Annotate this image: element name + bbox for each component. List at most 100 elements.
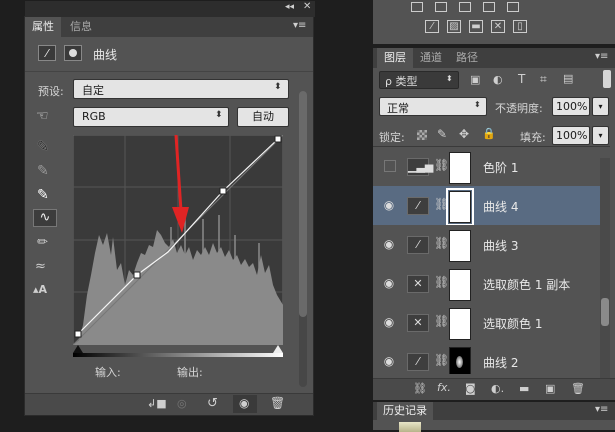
layer-row[interactable]: ◉ ✕ ⛓ 选取颜色 1 副本 (373, 264, 610, 304)
exposure-icon[interactable] (483, 2, 495, 12)
levels-adjustment-icon: ▁▃▅ (407, 158, 433, 176)
blend-mode-select[interactable]: 正常 ⬍ (379, 97, 487, 116)
new-adjustment-layer-icon[interactable]: ◐. (491, 382, 504, 395)
curve-point (74, 330, 82, 338)
gray-point-eyedropper-icon[interactable]: ✎ (37, 163, 49, 179)
filter-adjustment-icon[interactable]: ◐ (493, 73, 503, 86)
targeted-adjust-hand-icon[interactable]: ☜ (36, 108, 49, 124)
preset-select[interactable]: 自定 ⬍ (73, 79, 289, 99)
mask-icon[interactable] (64, 45, 82, 61)
delete-layer-icon[interactable]: 🗑 (571, 382, 585, 395)
white-point-slider[interactable] (273, 345, 283, 353)
lock-position-icon[interactable]: ✥ (459, 127, 469, 141)
link-layers-icon[interactable]: ⛓ (413, 382, 427, 395)
reset-icon[interactable]: ↺ (207, 396, 218, 411)
eye-icon[interactable]: ◉ (381, 276, 397, 290)
black-point-eyedropper-icon[interactable]: ✎ (37, 139, 49, 155)
new-group-icon[interactable]: ▬ (519, 382, 529, 395)
visibility-toggle[interactable]: ◉ (233, 395, 257, 413)
collapse-icon[interactable]: ◂◂ (285, 2, 294, 12)
layer-name: 选取颜色 1 副本 (483, 278, 571, 292)
link-icon: ⛓ (434, 197, 450, 211)
tab-properties[interactable]: 属性 (25, 17, 61, 37)
layer-mask-thumbnail[interactable] (449, 308, 471, 340)
visibility-toggle-empty[interactable] (384, 160, 396, 172)
lock-image-icon[interactable]: ✎ (437, 127, 447, 141)
divider (25, 71, 313, 72)
black-point-slider[interactable] (73, 345, 83, 353)
close-panel-icon[interactable]: ✕ (303, 1, 311, 12)
add-mask-icon[interactable]: ◙ (465, 382, 476, 395)
history-snapshot-thumbnail[interactable] (399, 422, 421, 432)
fill-value: 100% (556, 129, 588, 142)
levels-icon[interactable] (435, 2, 447, 12)
tab-info[interactable]: 信息 (63, 17, 99, 37)
fill-dropdown[interactable]: ▾ (592, 126, 609, 145)
layer-row[interactable]: ◉ ⁄ ⛓ 曲线 3 (373, 225, 610, 265)
eye-icon[interactable]: ◉ (381, 237, 397, 251)
posterize-icon[interactable]: ▨ (447, 20, 461, 33)
scrollbar-thumb[interactable] (601, 298, 609, 326)
lock-transparent-icon[interactable] (417, 130, 427, 140)
tab-channels[interactable]: 通道 (415, 48, 447, 68)
filter-toggle[interactable] (603, 70, 611, 88)
properties-scrollbar[interactable] (299, 91, 307, 387)
filter-pixel-icon[interactable]: ▣ (470, 73, 480, 86)
properties-panel: ◂◂ ✕ 属性 信息 ▾≡ ⁄ 曲线 预设: 自定 ⬍ ☜ RGB ⬍ 自动 ✎… (24, 1, 315, 416)
layer-filter-select[interactable]: ρ 类型 ⬍ (379, 71, 459, 89)
curve-graph[interactable] (73, 135, 283, 345)
new-layer-icon[interactable]: ▣ (545, 382, 555, 395)
auto-button[interactable]: 自动 (237, 107, 289, 127)
white-point-eyedropper-icon[interactable]: ✎ (37, 187, 49, 203)
gradient-map-icon[interactable]: ▯ (513, 20, 527, 33)
layer-row[interactable]: ◉ ✕ ⛓ 选取颜色 1 (373, 303, 610, 343)
layer-mask-thumbnail[interactable] (449, 269, 471, 301)
panel-menu-icon[interactable]: ▾≡ (595, 404, 608, 415)
filter-type-icon[interactable]: T (518, 72, 525, 86)
fill-field[interactable]: 100% (552, 126, 590, 145)
scrollbar-thumb[interactable] (299, 91, 307, 317)
layer-style-fx-icon[interactable]: fx. (437, 381, 451, 394)
brightness-icon[interactable] (411, 2, 423, 12)
tab-layers[interactable]: 图层 (377, 48, 413, 68)
tab-history[interactable]: 历史记录 (377, 402, 433, 420)
layer-row[interactable]: ◉ ⁄ ⛓ 曲线 2 (373, 342, 610, 374)
invert-icon[interactable]: ⁄ (425, 20, 439, 33)
pencil-draw-icon[interactable]: ✏ (37, 235, 48, 250)
layer-mask-thumbnail[interactable] (449, 152, 471, 184)
layer-row[interactable]: ▁▃▅ ⛓ 色阶 1 (373, 147, 610, 187)
channel-value: RGB (82, 110, 106, 123)
threshold-icon[interactable]: ▬ (469, 20, 483, 33)
clipping-warning-icon[interactable]: ▴A (33, 283, 47, 296)
layer-row-selected[interactable]: ◉ ⁄ ⛓ 曲线 4 (373, 186, 610, 226)
panel-menu-icon[interactable]: ▾≡ (293, 20, 306, 31)
layer-mask-thumbnail[interactable] (449, 347, 471, 374)
layers-scrollbar[interactable] (600, 158, 610, 378)
eye-icon[interactable]: ◉ (381, 315, 397, 329)
vibrance-icon[interactable] (507, 2, 519, 12)
curve-graph-svg[interactable] (73, 135, 283, 345)
smooth-curve-icon[interactable]: ≈ (35, 259, 46, 274)
channel-select[interactable]: RGB ⬍ (73, 107, 229, 127)
curves-icon[interactable] (459, 2, 471, 12)
selective-color-icon[interactable]: ✕ (491, 20, 505, 33)
panel-menu-icon[interactable]: ▾≡ (595, 51, 608, 62)
delete-icon[interactable]: 🗑 (270, 396, 285, 410)
eye-icon[interactable]: ◉ (381, 198, 397, 212)
link-icon: ⛓ (434, 353, 450, 367)
adjustment-icon-row-2: ⁄ ▨ ▬ ✕ ▯ (425, 20, 565, 36)
layers-bottom-bar: ⛓ fx. ◙ ◐. ▬ ▣ 🗑 (373, 378, 615, 400)
tab-paths[interactable]: 路径 (451, 48, 483, 68)
eye-icon[interactable]: ◉ (381, 354, 397, 368)
filter-shape-icon[interactable]: ⌗ (540, 72, 547, 87)
filter-smart-object-icon[interactable]: ▤ (563, 72, 573, 85)
opacity-field[interactable]: 100% (552, 97, 590, 116)
eye-icon: ◉ (239, 396, 250, 410)
opacity-dropdown[interactable]: ▾ (592, 97, 609, 116)
layer-mask-thumbnail[interactable] (449, 230, 471, 262)
clip-to-layer-icon[interactable]: ↲■ (147, 397, 167, 410)
layer-mask-thumbnail[interactable] (446, 188, 474, 226)
lock-all-icon[interactable]: 🔒 (482, 127, 496, 140)
view-previous-state-icon[interactable]: ◎ (177, 397, 187, 410)
point-edit-curve-icon[interactable]: ∿ (33, 209, 57, 227)
